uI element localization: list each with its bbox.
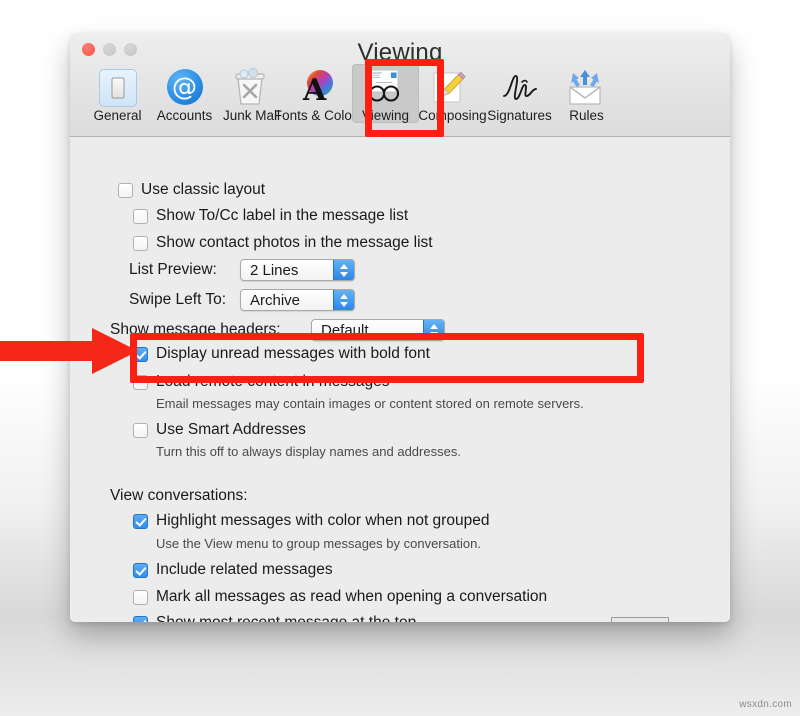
toolbar-label-fonts-colors: Fonts & Colors — [273, 108, 364, 123]
row-show-to-cc-label[interactable]: Show To/Cc label in the message list — [133, 207, 408, 225]
row-swipe-left-to: Swipe Left To: — [129, 291, 226, 309]
fonts-colors-icon: A — [297, 67, 341, 108]
toolbar-item-rules[interactable]: Rules — [553, 64, 620, 123]
toolbar-item-fonts-colors[interactable]: A Fonts & Colors — [274, 64, 363, 123]
stepper-arrows-icon[interactable] — [333, 290, 354, 310]
watermark: wsxdn.com — [739, 699, 792, 710]
label-list-preview: List Preview: — [129, 261, 217, 278]
row-list-preview: List Preview: — [129, 261, 217, 279]
label-use-smart-addresses: Use Smart Addresses — [156, 421, 306, 438]
toolbar-item-general[interactable]: General — [84, 64, 151, 123]
checkbox-include-related-messages[interactable] — [133, 562, 148, 578]
note-highlight-messages: Use the View menu to group messages by c… — [156, 536, 481, 551]
row-use-smart-addresses[interactable]: Use Smart Addresses — [133, 421, 306, 439]
select-list-preview[interactable]: 2 Lines — [240, 259, 355, 281]
note-load-remote-content: Email messages may contain images or con… — [156, 396, 584, 411]
section-label-view-conversations: View conversations: — [110, 487, 248, 504]
toolbar-item-accounts[interactable]: @ Accounts — [151, 64, 218, 123]
select-swipe-left-to-value: Archive — [250, 291, 301, 309]
toolbar-label-signatures: Signatures — [487, 108, 552, 123]
row-include-related-messages[interactable]: Include related messages — [133, 561, 333, 579]
label-highlight-messages: Highlight messages with color when not g… — [156, 512, 490, 529]
toolbar-label-general: General — [93, 108, 142, 123]
checkbox-mark-all-read[interactable] — [133, 589, 148, 605]
select-list-preview-value: 2 Lines — [250, 261, 299, 279]
toolbar-label-junk-mail: Junk Mail — [222, 108, 281, 123]
annotation-box-load-remote-content — [130, 333, 644, 383]
toolbar-label-accounts: Accounts — [156, 108, 213, 123]
checkbox-use-classic-layout[interactable] — [118, 182, 133, 198]
select-swipe-left-to[interactable]: Archive — [240, 289, 355, 311]
annotation-arrow-icon — [0, 328, 138, 374]
checkbox-show-contact-photos[interactable] — [133, 235, 148, 251]
label-include-related-messages: Include related messages — [156, 561, 333, 578]
rules-arrows-icon — [565, 67, 609, 107]
label-use-classic-layout: Use classic layout — [141, 181, 266, 198]
checkbox-use-smart-addresses[interactable] — [133, 422, 148, 438]
row-show-contact-photos[interactable]: Show contact photos in the message list — [133, 234, 433, 252]
stepper-arrows-icon[interactable] — [333, 260, 354, 280]
accounts-at-icon: @ — [163, 67, 207, 107]
label-mark-all-read: Mark all messages as read when opening a… — [156, 588, 548, 605]
svg-text:A: A — [302, 73, 327, 106]
label-show-to-cc-label: Show To/Cc label in the message list — [156, 207, 409, 224]
annotation-box-viewing-tab — [365, 59, 444, 137]
row-mark-all-read[interactable]: Mark all messages as read when opening a… — [133, 588, 547, 606]
toolbar-item-signatures[interactable]: Signatures — [486, 64, 553, 123]
label-show-most-recent-top: Show most recent message at the top — [156, 614, 416, 622]
checkbox-show-most-recent-top[interactable] — [133, 615, 148, 622]
toolbar-label-rules: Rules — [569, 108, 604, 123]
row-highlight-messages[interactable]: Highlight messages with color when not g… — [133, 512, 489, 530]
row-use-classic-layout[interactable]: Use classic layout — [118, 181, 265, 199]
signatures-icon — [498, 67, 542, 107]
label-show-contact-photos: Show contact photos in the message list — [156, 234, 433, 251]
row-show-most-recent-top[interactable]: Show most recent message at the top — [133, 614, 416, 622]
checkbox-highlight-messages[interactable] — [133, 513, 148, 529]
junk-mail-icon — [230, 67, 274, 107]
label-swipe-left-to: Swipe Left To: — [129, 291, 227, 308]
highlight-color-well[interactable] — [611, 617, 669, 622]
general-icon — [96, 67, 140, 107]
checkbox-show-to-cc-label[interactable] — [133, 208, 148, 224]
note-use-smart-addresses: Turn this off to always display names an… — [156, 444, 461, 459]
